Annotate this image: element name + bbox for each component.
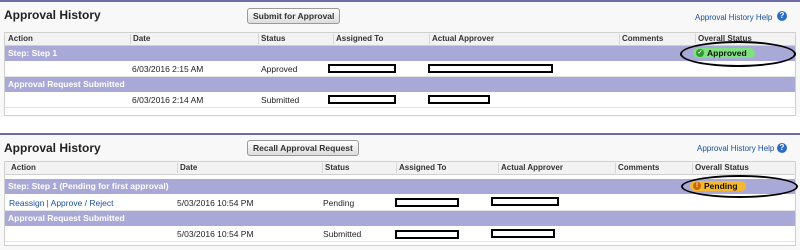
approval-history-table: Action Date Status Assigned To Actual Ap… <box>4 161 796 246</box>
step-label: Step: Step 1 (Pending for first approval… <box>8 181 169 191</box>
redacted-assigned-to <box>328 64 396 73</box>
redacted-actual-approver <box>491 197 559 206</box>
step-row: Step: Step 1 ✓ Approved <box>5 46 795 61</box>
submitted-label: Approval Request Submitted <box>8 79 125 89</box>
redacted-actual-approver <box>428 64 553 73</box>
column-header-date: Date <box>177 163 197 173</box>
submitted-row: Approval Request Submitted <box>5 211 795 226</box>
redacted-assigned-to <box>328 95 396 104</box>
row-date: 5/03/2016 10:54 PM <box>177 198 254 208</box>
column-header-date: Date <box>130 34 150 44</box>
column-header-assigned-to: Assigned To <box>396 163 446 173</box>
approve-reject-link[interactable]: Approve / Reject <box>51 198 114 208</box>
column-header-actual-approver: Actual Approver <box>429 34 494 44</box>
row-date: 6/03/2016 2:14 AM <box>132 95 204 105</box>
row-date: 5/03/2016 10:54 PM <box>177 229 254 239</box>
column-header-overall-status: Overall Status <box>692 163 749 173</box>
table-row: Reassign | Approve / Reject 5/03/2016 10:5… <box>5 195 795 211</box>
row-actions: Reassign | Approve / Reject <box>9 198 114 208</box>
table-header: Action Date Status Assigned To Actual Ap… <box>5 33 795 46</box>
help-icon[interactable]: ? <box>777 143 787 153</box>
recall-approval-request-button[interactable]: Recall Approval Request <box>247 140 359 156</box>
table-row: 5/03/2016 10:54 PM Submitted <box>5 226 795 242</box>
approval-history-help-link[interactable]: Approval History Help <box>695 13 772 22</box>
submitted-label: Approval Request Submitted <box>8 213 125 223</box>
redacted-assigned-to <box>395 230 459 239</box>
column-header-action: Action <box>11 163 36 172</box>
row-date: 6/03/2016 2:15 AM <box>132 64 204 74</box>
approval-history-help-link[interactable]: Approval History Help <box>697 144 774 153</box>
row-status: Submitted <box>261 95 300 105</box>
column-header-action: Action <box>8 34 33 43</box>
panel-title: Approval History <box>4 8 101 22</box>
row-status: Submitted <box>323 229 362 239</box>
row-status: Pending <box>323 198 355 208</box>
step-row: Step: Step 1 (Pending for first approval… <box>5 179 795 194</box>
help-icon[interactable]: ? <box>777 11 787 21</box>
panel-title: Approval History <box>4 141 101 155</box>
step-label: Step: Step 1 <box>8 48 58 58</box>
redacted-actual-approver <box>428 95 490 104</box>
column-header-comments: Comments <box>619 34 663 44</box>
submitted-row: Approval Request Submitted <box>5 77 795 92</box>
redacted-actual-approver <box>491 229 555 238</box>
table-header: Action Date Status Assigned To Actual Ap… <box>5 162 795 175</box>
submit-for-approval-button[interactable]: Submit for Approval <box>247 8 341 24</box>
row-status: Approved <box>261 64 298 74</box>
reassign-link[interactable]: Reassign <box>9 198 44 208</box>
column-header-assigned-to: Assigned To <box>333 34 383 44</box>
highlight-circle <box>681 175 798 198</box>
highlight-circle <box>680 41 796 67</box>
column-header-comments: Comments <box>615 163 659 173</box>
column-header-status: Status <box>258 34 285 44</box>
column-header-status: Status <box>322 163 349 173</box>
approval-history-table: Action Date Status Assigned To Actual Ap… <box>4 32 796 116</box>
table-row: 6/03/2016 2:14 AM Submitted <box>5 92 795 108</box>
redacted-assigned-to <box>395 198 459 207</box>
column-header-actual-approver: Actual Approver <box>498 163 563 173</box>
table-row: 6/03/2016 2:15 AM Approved <box>5 61 795 77</box>
approval-history-panel-1: Approval History Submit for Approval App… <box>0 0 800 117</box>
